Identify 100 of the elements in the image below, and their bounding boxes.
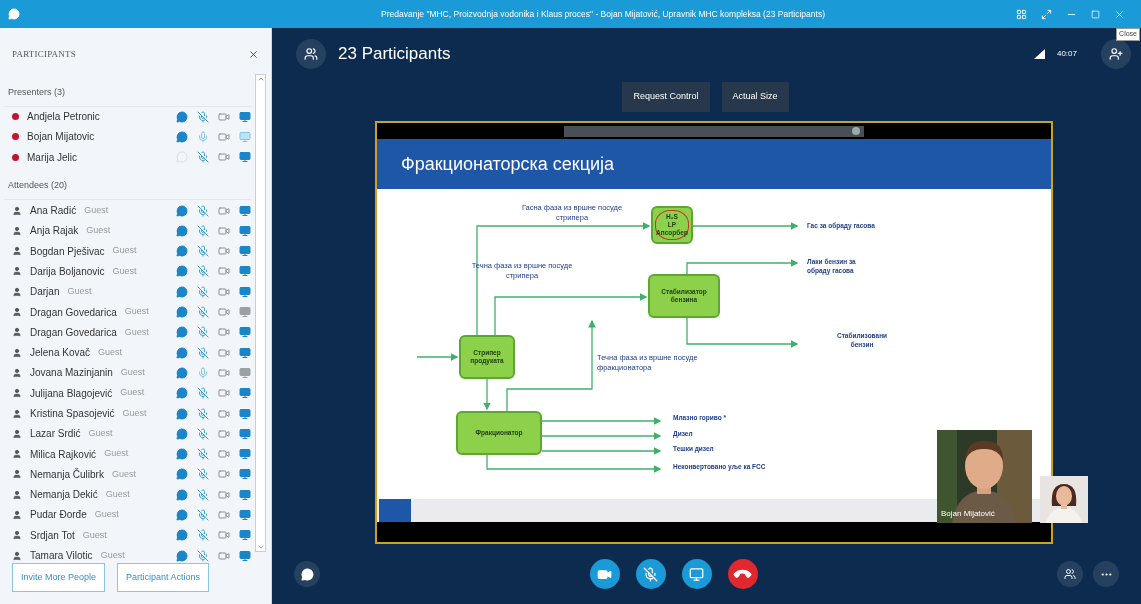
mic-muted-icon[interactable] [197,468,209,481]
chat-icon[interactable] [176,387,188,400]
video-tile[interactable]: Bojan Mijatović [937,430,1032,523]
mic-muted-icon[interactable] [197,285,209,298]
mic-muted-icon[interactable] [197,407,209,420]
video-icon[interactable] [218,265,230,278]
close-icon[interactable] [248,49,259,61]
panel-button[interactable]: Invite More People [12,562,106,592]
chat-icon[interactable] [176,529,188,542]
video-icon[interactable] [218,488,230,501]
more-button[interactable] [1093,561,1119,587]
chat-icon[interactable] [176,427,188,440]
screen-icon[interactable] [239,326,251,339]
mic-muted-icon[interactable] [197,427,209,440]
screen-icon[interactable] [239,306,251,318]
participant-name[interactable]: Milica Rajković [30,446,97,462]
participant-name[interactable]: Bojan Mijatovic [27,129,95,145]
mic-muted-icon[interactable] [197,224,209,237]
mic-muted-icon[interactable] [197,488,209,501]
screen-icon[interactable] [239,549,251,562]
mic-muted-icon[interactable] [197,204,209,217]
screen-icon[interactable] [239,346,251,359]
video-icon[interactable] [218,448,230,461]
video-icon[interactable] [218,407,230,420]
chat-icon[interactable] [176,326,188,339]
video-icon[interactable] [218,387,230,400]
chat-icon[interactable] [176,285,188,298]
video-icon[interactable] [218,306,230,318]
chat-button[interactable] [294,561,320,587]
screen-icon[interactable] [239,529,251,542]
chat-icon[interactable] [176,110,188,123]
video-button[interactable] [589,559,620,589]
screen-icon[interactable] [239,387,251,400]
screen-icon[interactable] [239,285,251,298]
chat-icon[interactable] [176,245,188,258]
participant-name[interactable]: Jelena Kovač [30,345,91,361]
participant-name[interactable]: Bogdan Pješivac [30,243,105,259]
pop-out-icon[interactable] [1041,8,1052,20]
chat-icon[interactable] [176,509,188,521]
video-icon[interactable] [218,529,230,542]
chat-icon[interactable] [176,488,188,501]
participant-name[interactable]: Dragan Govedarica [30,324,117,340]
chat-icon[interactable] [176,130,188,143]
participant-name[interactable]: Nemanja Dekić [30,487,98,503]
video-icon[interactable] [218,366,230,379]
participant-name[interactable]: Dragan Govedarica [30,304,117,320]
mic-muted-icon[interactable] [197,306,209,318]
participant-name[interactable]: Marija Jelic [27,149,77,165]
video-icon[interactable] [218,285,230,298]
mic-muted-icon[interactable] [197,326,209,339]
panel-button[interactable]: Participant Actions [117,562,210,592]
mic-muted-icon[interactable] [197,265,209,278]
participant-name[interactable]: Lazar Srdić [30,426,81,442]
mic-muted-icon[interactable] [197,529,209,542]
mic-muted-icon[interactable] [197,387,209,400]
chat-icon[interactable] [176,265,188,278]
chat-icon[interactable] [176,549,188,562]
mic-muted-icon[interactable] [197,509,209,521]
hang-up-button[interactable] [727,559,758,589]
add-people-button[interactable] [1101,39,1131,69]
video-icon[interactable] [218,110,230,123]
chat-icon[interactable] [176,204,188,217]
chat-icon[interactable] [176,366,188,379]
video-icon[interactable] [218,427,230,440]
video-icon[interactable] [218,224,230,237]
maximize-icon[interactable] [1091,9,1100,19]
screen-icon[interactable] [239,110,251,123]
participant-name[interactable]: Andjela Petronic [27,109,100,125]
screen-icon[interactable] [239,509,251,521]
chat-icon[interactable] [176,468,188,481]
layout-icon[interactable] [1016,8,1027,20]
screen-icon[interactable] [239,224,251,237]
stage-button[interactable]: Actual Size [721,82,789,112]
mic-muted-icon[interactable] [197,110,209,123]
video-tile[interactable] [1040,476,1088,523]
screen-icon[interactable] [239,468,251,481]
participant-name[interactable]: Darjan [30,284,60,300]
participant-name[interactable]: Jovana Mazinjanin [30,365,113,381]
video-icon[interactable] [218,151,230,164]
participant-name[interactable]: Pudar Đorđe [30,507,87,523]
video-icon[interactable] [218,509,230,521]
participants-button[interactable] [296,39,326,69]
participant-name[interactable]: Nemanja Čulibrk [30,466,104,482]
participant-name[interactable]: Darija Boljanovic [30,263,105,279]
screen-icon[interactable] [239,488,251,501]
mic-muted-icon[interactable] [197,245,209,258]
mic-muted-icon[interactable] [197,448,209,461]
mic-icon[interactable] [197,366,209,379]
screen-icon[interactable] [239,245,251,258]
mic-muted-icon[interactable] [197,346,209,359]
mic-muted-icon[interactable] [197,151,209,164]
participants-options-button[interactable] [1057,561,1083,587]
screen-icon[interactable] [239,265,251,278]
participant-name[interactable]: Anja Rajak [30,223,79,239]
video-icon[interactable] [218,245,230,258]
video-icon[interactable] [218,549,230,562]
video-icon[interactable] [218,204,230,217]
scrollbar[interactable] [255,73,266,552]
chat-icon[interactable] [176,306,188,318]
present-button[interactable] [681,559,712,589]
